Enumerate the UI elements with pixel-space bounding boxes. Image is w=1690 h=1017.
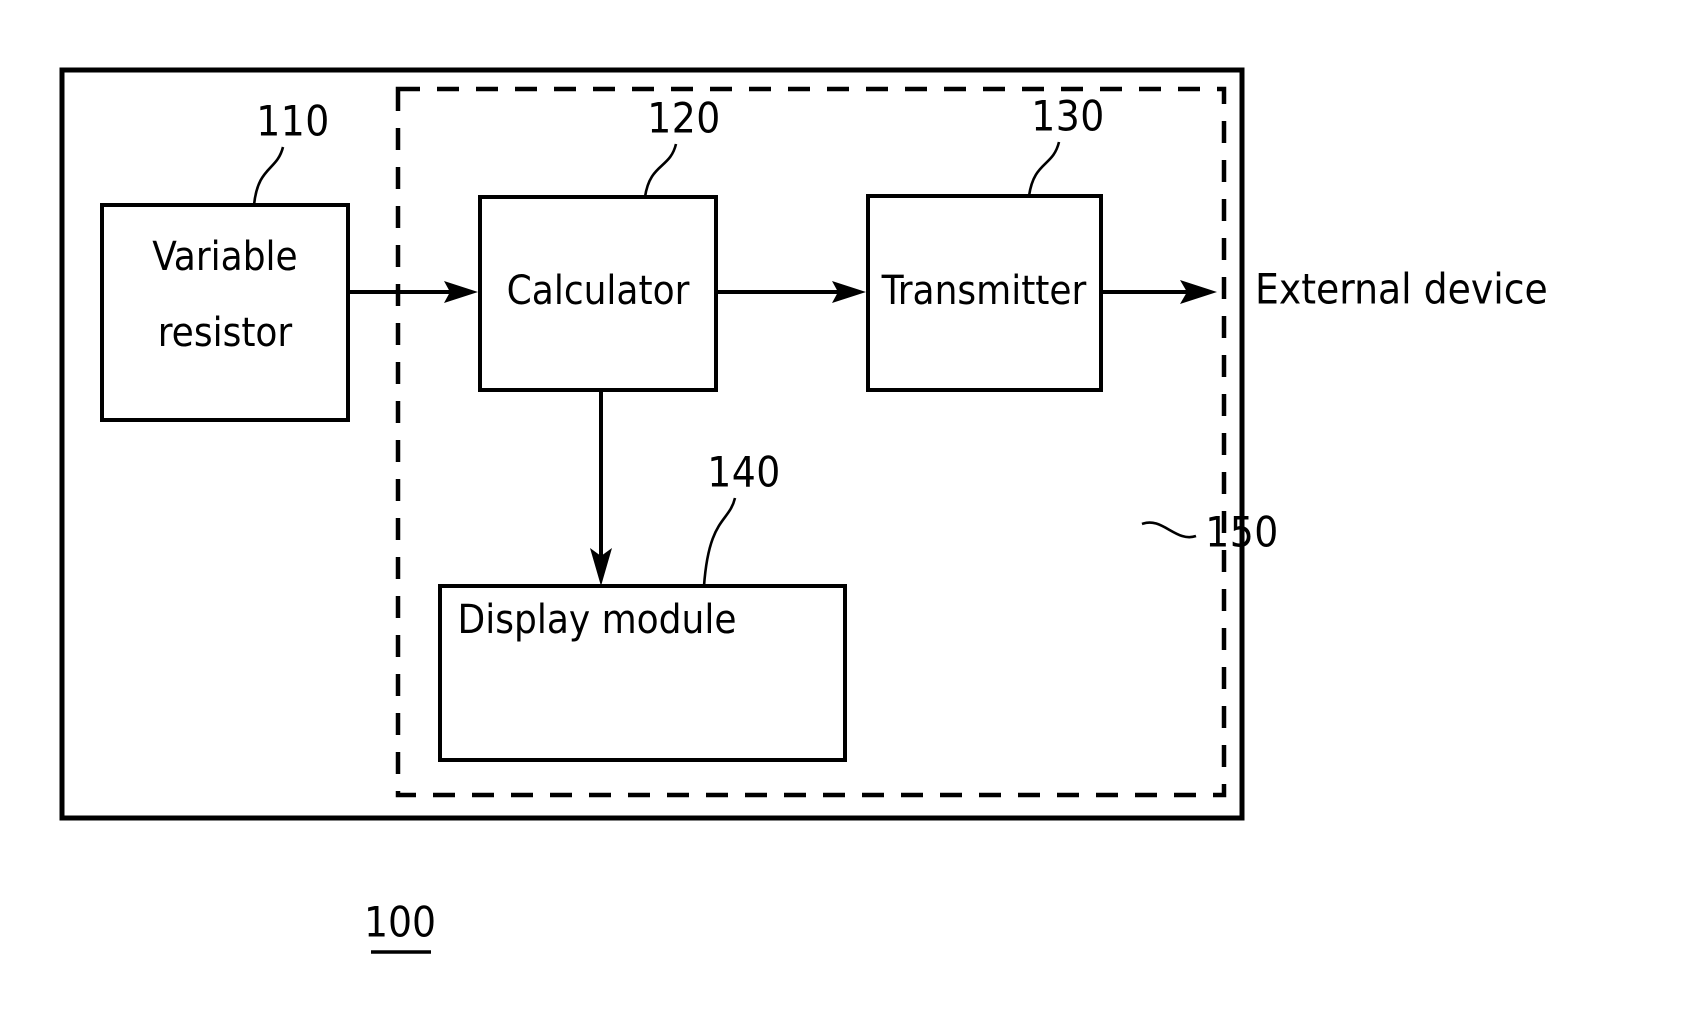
calculator-label: Calculator xyxy=(507,268,690,314)
variable-resistor-label-line1: Variable xyxy=(152,234,297,280)
leader-line-150 xyxy=(1141,521,1197,539)
connection-transmitter-to-external-device xyxy=(1101,280,1217,304)
external-device-label: External device xyxy=(1255,265,1548,314)
reference-numeral-110: 110 xyxy=(256,97,330,146)
leader-line-140 xyxy=(702,497,737,587)
display-module-label: Display module xyxy=(458,597,737,643)
diagram-canvas: Variable resistor Calculator Transmitter… xyxy=(59,67,1548,954)
reference-numeral-150: 150 xyxy=(1205,508,1279,557)
reference-numeral-120: 120 xyxy=(647,94,721,143)
connection-calculator-to-transmitter xyxy=(716,281,866,303)
patent-figure: Variable resistor Calculator Transmitter… xyxy=(0,0,1690,1017)
connection-calculator-to-display-module xyxy=(590,390,612,586)
leader-line-110 xyxy=(252,146,285,206)
connection-variable-resistor-to-calculator xyxy=(348,281,478,303)
transmitter-label: Transmitter xyxy=(881,268,1087,314)
figure-number-100: 100 xyxy=(364,898,436,947)
reference-numeral-140: 140 xyxy=(707,448,781,497)
leader-line-130 xyxy=(1027,141,1061,197)
variable-resistor-label-line2: resistor xyxy=(158,310,293,356)
reference-numeral-130: 130 xyxy=(1031,92,1105,141)
apparatus-enclosure-rect xyxy=(59,67,1245,821)
leader-line-120 xyxy=(643,143,678,198)
